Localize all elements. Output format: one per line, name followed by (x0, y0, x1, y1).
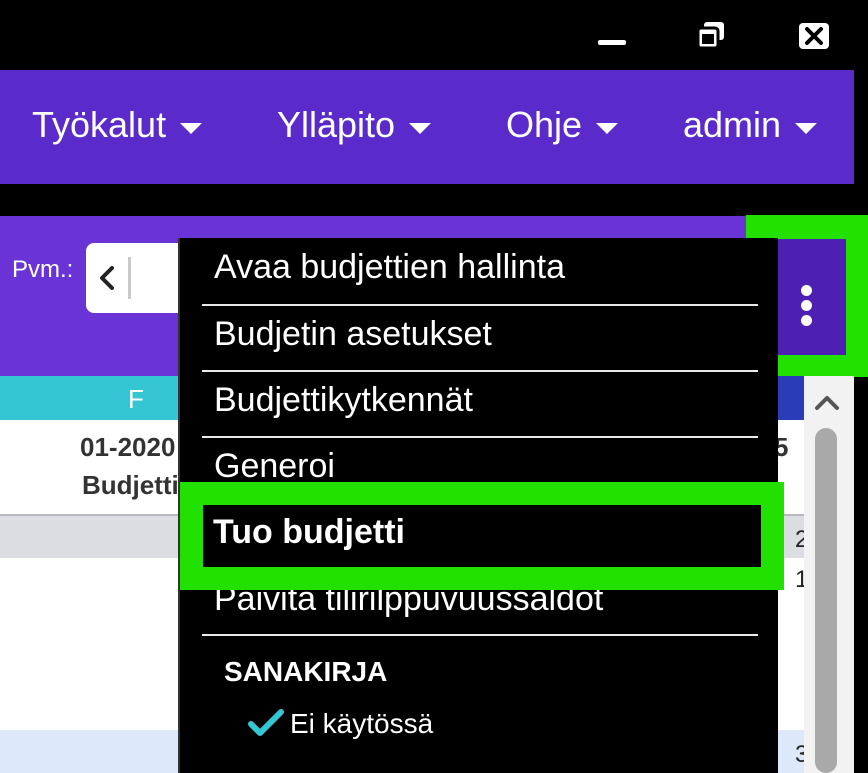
menu-item-label: Budjetin asetukset (214, 315, 492, 353)
nav-tyokalut-label: Työkalut (32, 104, 167, 145)
nav-ohje-label: Ohje (506, 104, 583, 145)
checkmark-icon (248, 708, 284, 738)
menu-item-tuo-budjetti[interactable]: Tuo budjetti (203, 505, 761, 567)
nav-yllapito-label: Ylläpito (277, 104, 396, 145)
row-type: Budjetti (82, 470, 179, 500)
menu-section-title: SANAKIRJA (224, 656, 388, 687)
chevron-down-icon (596, 122, 619, 134)
nav-admin-label: admin (683, 104, 782, 145)
menu-divider (202, 634, 758, 636)
vertical-scrollbar[interactable] (804, 376, 854, 773)
restore-icon[interactable] (694, 18, 730, 54)
menu-item-label: Avaa budjettien hallinta (214, 248, 565, 286)
nav-admin[interactable]: admin (683, 100, 818, 150)
chevron-down-icon (795, 122, 818, 134)
date-label: Pvm.: (12, 256, 74, 283)
row-date: 01-2020 (80, 432, 176, 462)
header-gap (0, 184, 854, 216)
menu-item-budjettikytkennat[interactable]: Budjettikytkennät (180, 371, 780, 437)
chevron-up-icon[interactable] (814, 390, 840, 416)
window-titlebar (0, 0, 868, 70)
nav-ohje[interactable]: Ohje (506, 100, 619, 150)
chevron-left-icon[interactable] (98, 265, 116, 291)
chevron-down-icon (409, 122, 432, 134)
nav-yllapito[interactable]: Ylläpito (277, 100, 432, 150)
column-header-label: F (128, 384, 144, 414)
menu-item-label: Tuo budjetti (213, 513, 405, 551)
nav-tyokalut[interactable]: Työkalut (32, 100, 203, 150)
close-icon[interactable] (796, 18, 832, 54)
menu-option-ei-kaytossa[interactable]: Ei käytössä (290, 708, 433, 740)
minimize-icon[interactable] (594, 18, 630, 54)
chevron-down-icon (180, 122, 203, 134)
menu-item-avaa-budjettien-hallinta[interactable]: Avaa budjettien hallinta (180, 238, 780, 304)
scrollbar-thumb[interactable] (815, 428, 837, 773)
top-navigation: Työkalut Ylläpito Ohje admin (0, 70, 854, 184)
date-picker-divider (128, 257, 131, 299)
window-edge (854, 70, 868, 773)
menu-item-label: Budjettikytkennät (214, 381, 473, 419)
menu-item-label: Generoi (214, 447, 335, 485)
menu-item-budjetin-asetukset[interactable]: Budjetin asetukset (180, 305, 780, 371)
